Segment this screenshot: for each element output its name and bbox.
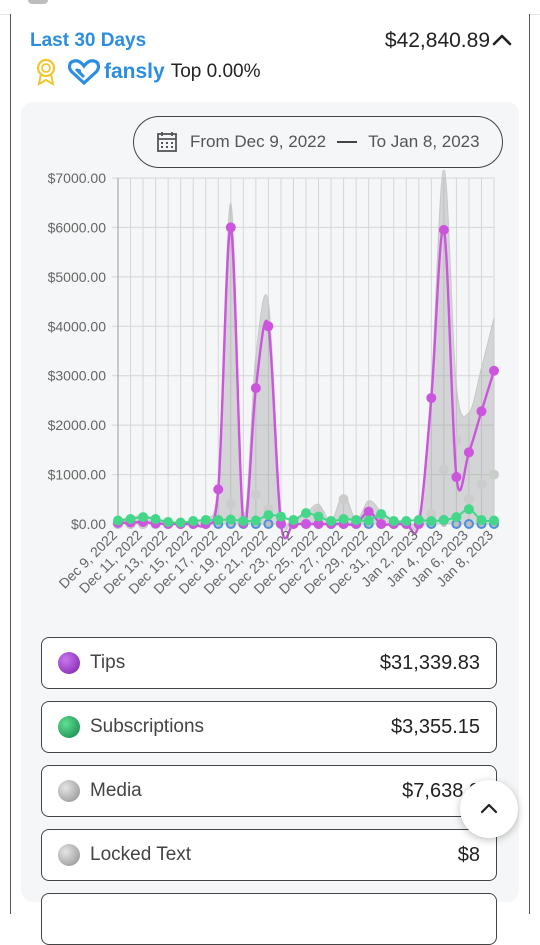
data-point-tips bbox=[225, 222, 236, 233]
top-edge-shape bbox=[28, 0, 48, 4]
date-from: From Dec 9, 2022 bbox=[190, 132, 327, 151]
legend-amount: $8 bbox=[457, 843, 480, 866]
data-point-subscriptions bbox=[125, 514, 136, 525]
data-point-subscriptions bbox=[301, 508, 311, 519]
data-point-media bbox=[476, 479, 487, 490]
y-tick-label: $5000.00 bbox=[48, 269, 107, 285]
legend-label: Locked Text bbox=[90, 844, 192, 865]
data-point-subscriptions bbox=[476, 515, 487, 526]
rank-row: fansly Top 0.00% bbox=[34, 58, 261, 86]
date-separator bbox=[337, 141, 358, 143]
data-point-subscriptions bbox=[175, 517, 186, 528]
data-point-subscriptions bbox=[225, 514, 236, 525]
data-point-subscriptions bbox=[113, 515, 123, 526]
period-label[interactable]: Last 30 Days bbox=[30, 30, 146, 52]
data-point-tips bbox=[250, 383, 261, 394]
y-tick-label: $2000.00 bbox=[48, 417, 107, 433]
data-point-subscriptions bbox=[489, 515, 499, 526]
data-point-subscriptions bbox=[413, 515, 424, 526]
legend-item-next[interactable] bbox=[41, 893, 497, 945]
chevron-up-icon[interactable] bbox=[490, 28, 514, 52]
legend-label: Subscriptions bbox=[90, 716, 205, 737]
data-point-subscriptions bbox=[150, 514, 161, 525]
data-point-subscriptions bbox=[338, 514, 349, 525]
y-tick-label: $3000.00 bbox=[48, 368, 107, 384]
legend-amount: $3,355.15 bbox=[391, 715, 480, 738]
data-point-subscriptions bbox=[238, 516, 249, 527]
data-point-subscriptions bbox=[401, 516, 412, 527]
chevron-up-icon bbox=[480, 803, 498, 814]
data-point-media bbox=[489, 469, 499, 480]
total-earnings: $42,840.89 bbox=[384, 29, 490, 52]
data-point-tips bbox=[263, 321, 274, 332]
locked-text-color-dot bbox=[58, 844, 80, 866]
data-point-media bbox=[338, 494, 349, 505]
data-point-tips bbox=[213, 484, 224, 495]
data-point-subscriptions bbox=[213, 515, 224, 526]
legend-item-tips[interactable]: Tips $31,339.83 bbox=[41, 637, 497, 689]
y-tick-label: $4000.00 bbox=[48, 318, 107, 334]
data-point-tips bbox=[476, 406, 487, 417]
data-point-media bbox=[250, 489, 261, 500]
data-point-subscriptions bbox=[163, 517, 174, 528]
rank-text: Top 0.00% bbox=[170, 61, 261, 82]
award-icon bbox=[36, 58, 56, 86]
y-tick-label: $1000.00 bbox=[48, 467, 107, 483]
date-to: To Jan 8, 2023 bbox=[368, 132, 480, 151]
data-point-subscriptions bbox=[250, 515, 261, 526]
data-point-media bbox=[463, 494, 474, 505]
earnings-chart: $7000.00 $6000.00 $5000.00 $4000.00 $3000.00… bbox=[48, 170, 499, 597]
data-point-subscriptions bbox=[313, 511, 324, 522]
data-point-tips bbox=[426, 392, 437, 403]
top-edge bbox=[0, 0, 540, 15]
data-point-subscriptions bbox=[288, 515, 299, 526]
brand-name: fansly bbox=[104, 60, 165, 83]
data-point-subscriptions bbox=[200, 515, 211, 526]
data-point-tips bbox=[489, 365, 499, 376]
legend-label: Tips bbox=[90, 652, 126, 673]
data-point-media bbox=[225, 499, 236, 510]
data-point-subscriptions bbox=[138, 512, 149, 523]
fansly-heart-icon bbox=[68, 59, 100, 85]
fansly-logo: fansly bbox=[68, 59, 165, 85]
calendar-icon bbox=[157, 132, 177, 152]
data-point-subscriptions bbox=[188, 516, 199, 527]
data-point-tips bbox=[463, 447, 474, 458]
data-point-subscriptions bbox=[451, 512, 462, 523]
y-tick-label: $7000.00 bbox=[48, 170, 107, 186]
data-point-subscriptions bbox=[376, 509, 387, 520]
legend-amount: $31,339.83 bbox=[379, 651, 480, 674]
legend-item-subscriptions[interactable]: Subscriptions $3,355.15 bbox=[41, 701, 497, 753]
y-tick-label: $6000.00 bbox=[48, 219, 107, 235]
data-point-locked-text bbox=[265, 521, 272, 527]
data-point-subscriptions bbox=[326, 516, 337, 527]
legend-label: Media bbox=[90, 780, 142, 801]
data-point-tips bbox=[451, 472, 462, 483]
data-point-tips bbox=[438, 224, 449, 235]
data-point-subscriptions bbox=[363, 515, 374, 526]
legend-item-locked-text[interactable]: Locked Text $8 bbox=[41, 829, 497, 881]
data-point-subscriptions bbox=[426, 516, 437, 527]
data-point-subscriptions bbox=[263, 510, 274, 521]
data-point-subscriptions bbox=[388, 516, 399, 527]
date-range-picker[interactable]: From Dec 9, 2022 To Jan 8, 2023 bbox=[133, 116, 503, 168]
y-tick-label: $0.00 bbox=[71, 516, 106, 532]
data-point-tips bbox=[363, 506, 374, 517]
data-point-subscriptions bbox=[463, 504, 474, 515]
media-color-dot bbox=[58, 780, 80, 802]
data-point-subscriptions bbox=[351, 515, 362, 526]
legend-item-media[interactable]: Media $7,638.0 bbox=[41, 765, 497, 817]
data-point-subscriptions bbox=[438, 515, 449, 526]
subscriptions-color-dot bbox=[58, 716, 80, 738]
data-point-locked-text bbox=[465, 521, 472, 527]
data-point-media bbox=[438, 464, 449, 475]
scroll-top-button[interactable] bbox=[460, 780, 518, 838]
tips-color-dot bbox=[58, 652, 80, 674]
data-point-subscriptions bbox=[275, 511, 286, 522]
